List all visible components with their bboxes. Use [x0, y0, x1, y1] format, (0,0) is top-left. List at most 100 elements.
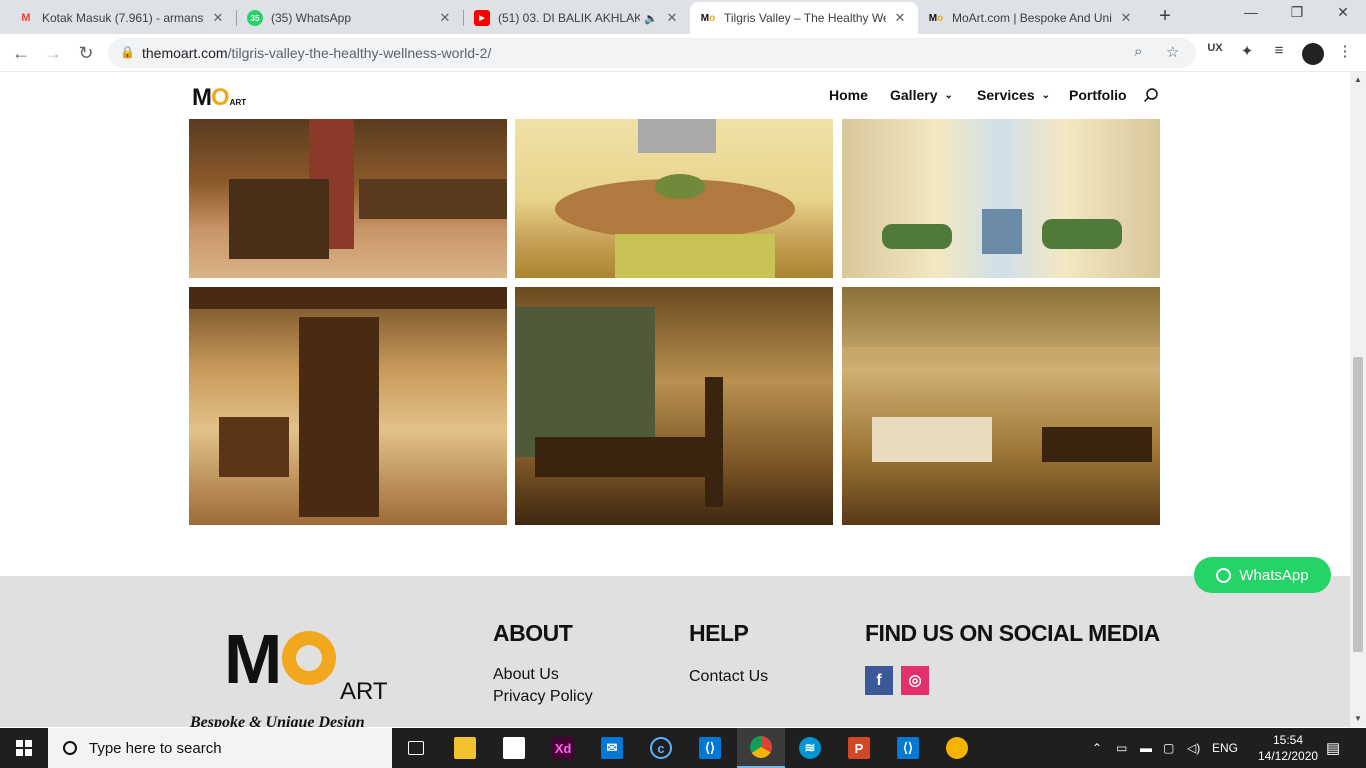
taskbar-network-app[interactable]: ≋ — [786, 728, 834, 768]
scroll-up-arrow[interactable]: ▲ — [1354, 75, 1362, 84]
about-us-link[interactable]: About Us — [493, 666, 559, 684]
about-heading: ABOUT — [493, 620, 573, 646]
nav-home[interactable]: Home — [829, 87, 868, 103]
chevron-down-icon: ⌄ — [1041, 89, 1050, 101]
windows-icon — [16, 740, 32, 756]
new-tab-button[interactable]: + — [1154, 6, 1176, 28]
taskbar-file-explorer[interactable] — [441, 728, 489, 768]
whatsapp-icon: 35 — [247, 10, 263, 26]
taskbar-vscode-2[interactable]: ⟨⟩ — [884, 728, 932, 768]
show-hidden-icons[interactable]: ⌃ — [1092, 728, 1102, 768]
whatsapp-button[interactable]: WhatsApp — [1194, 557, 1331, 593]
facebook-icon[interactable]: f — [865, 666, 893, 695]
taskbar-cortana[interactable]: c — [637, 728, 685, 768]
search-icon[interactable] — [1143, 87, 1159, 103]
gallery-image-lounge[interactable] — [189, 287, 507, 525]
taskbar-chrome[interactable] — [737, 728, 785, 768]
tray-battery[interactable]: ▬ — [1140, 728, 1152, 768]
chrome-icon — [750, 736, 772, 758]
nav-gallery[interactable]: Gallery ⌄ — [890, 87, 953, 103]
store-icon — [503, 737, 525, 759]
reload-button[interactable]: ↻ — [73, 40, 99, 66]
planter — [1042, 219, 1122, 249]
close-icon[interactable]: ✕ — [210, 10, 226, 26]
speaker-icon[interactable]: 🔈 — [644, 12, 658, 25]
tray-network[interactable]: ▢ — [1163, 728, 1174, 768]
logo-art: ART — [229, 98, 247, 107]
close-icon[interactable]: ✕ — [437, 10, 453, 26]
battery-icon: ▬ — [1140, 741, 1152, 755]
gmail-icon: M — [21, 12, 31, 24]
tab-title: (35) WhatsApp — [271, 11, 352, 25]
contact-us-link[interactable]: Contact Us — [689, 668, 768, 686]
ux-extension-icon[interactable]: UX — [1204, 42, 1226, 54]
site-logo[interactable]: MOART — [192, 84, 246, 112]
taskbar-mail[interactable]: ✉ — [588, 728, 636, 768]
forward-button[interactable]: → — [40, 40, 66, 66]
moart-icon: Mo — [928, 12, 944, 24]
tab-title: Kotak Masuk (7.961) - armansy — [42, 11, 204, 25]
back-button[interactable]: ← — [8, 40, 34, 66]
gallery-image-bedroom[interactable] — [842, 287, 1160, 525]
url-text[interactable]: themoart.com/tilgris-valley-the-healthy-… — [142, 45, 491, 61]
star-icon[interactable]: ☆ — [1166, 43, 1179, 61]
folder-icon — [454, 737, 476, 759]
gallery-image-atrium[interactable] — [842, 119, 1160, 278]
restore-button[interactable]: ❐ — [1274, 4, 1320, 28]
taskbar-search-box[interactable]: Type here to search — [48, 728, 392, 768]
tab-moart[interactable]: Mo MoArt.com | Bespoke And Uni ✕ — [918, 2, 1144, 34]
start-button[interactable] — [0, 728, 48, 768]
action-center-button[interactable]: ▤ — [1326, 728, 1340, 768]
media-control-icon[interactable]: ≡ — [1268, 42, 1290, 59]
paint-icon — [946, 737, 968, 759]
taskbar-vscode[interactable]: ⟨⟩ — [686, 728, 734, 768]
page-scrollbar[interactable]: ▲ ▼ — [1350, 72, 1366, 727]
instagram-icon[interactable]: ◎ — [901, 666, 929, 695]
tab-title: Tilgris Valley – The Healthy Wel — [724, 11, 886, 25]
gallery-image-spa-room[interactable] — [515, 287, 833, 525]
nav-portfolio[interactable]: Portfolio — [1069, 87, 1127, 103]
minimize-button[interactable]: — — [1228, 4, 1274, 28]
tray-language[interactable]: ENG — [1212, 728, 1238, 768]
close-icon[interactable]: ✕ — [1118, 10, 1134, 26]
task-view-button[interactable] — [392, 728, 440, 768]
footer-logo[interactable]: M — [224, 624, 337, 694]
window-view — [982, 209, 1022, 254]
tray-meet-now[interactable]: ▭ — [1116, 728, 1127, 768]
massage-bed — [535, 437, 715, 477]
close-icon[interactable]: ✕ — [892, 10, 908, 26]
menu-dots-icon[interactable]: ⋮ — [1334, 42, 1356, 60]
puzzle-icon[interactable]: ✦ — [1236, 42, 1258, 60]
privacy-policy-link[interactable]: Privacy Policy — [493, 688, 593, 706]
tab-whatsapp[interactable]: 35 (35) WhatsApp ✕ — [237, 2, 463, 34]
nav-label: Gallery — [890, 87, 938, 103]
taskbar-powerpoint[interactable]: P — [835, 728, 883, 768]
scroll-down-arrow[interactable]: ▼ — [1354, 714, 1362, 723]
gallery-image-reception[interactable] — [189, 119, 507, 278]
lattice-screen — [299, 317, 379, 517]
site-footer: M ART Bespoke & Unique Design ABOUT Abou… — [0, 576, 1350, 727]
wood-counter — [359, 179, 507, 219]
zoom-icon[interactable]: ⌕ — [1134, 43, 1142, 60]
scrollbar-thumb[interactable] — [1353, 357, 1363, 652]
taskbar-store[interactable] — [490, 728, 538, 768]
tab-gmail[interactable]: M Kotak Masuk (7.961) - armansy ✕ — [8, 2, 236, 34]
vscode-icon: ⟨⟩ — [897, 737, 919, 759]
taskbar-paint[interactable] — [933, 728, 981, 768]
clock-date: 14/12/2020 — [1258, 749, 1319, 763]
taskbar-clock[interactable]: 15:54 14/12/2020 — [1258, 732, 1318, 764]
close-window-button[interactable]: ✕ — [1320, 4, 1366, 28]
browser-toolbar: ← → ↻ 🔒 themoart.com/tilgris-valley-the-… — [0, 34, 1366, 72]
tab-tilgris-valley[interactable]: Mo Tilgris Valley – The Healthy Wel ✕ — [690, 2, 918, 34]
nav-services[interactable]: Services ⌄ — [977, 87, 1050, 103]
plants — [655, 174, 705, 199]
tray-volume[interactable]: ◁) — [1187, 728, 1200, 768]
close-icon[interactable]: ✕ — [664, 10, 680, 26]
address-bar[interactable]: 🔒 themoart.com/tilgris-valley-the-health… — [108, 38, 1196, 68]
logo-m: M — [224, 620, 282, 698]
profile-avatar[interactable] — [1302, 43, 1324, 65]
taskbar-adobe-xd[interactable]: Xd — [539, 728, 587, 768]
tab-youtube[interactable]: ▶ (51) 03. DI BALIK AKHLAK I 🔈 ✕ — [464, 2, 690, 34]
gallery-image-meeting-room[interactable] — [515, 119, 833, 278]
lock-icon[interactable]: 🔒 — [120, 45, 135, 59]
